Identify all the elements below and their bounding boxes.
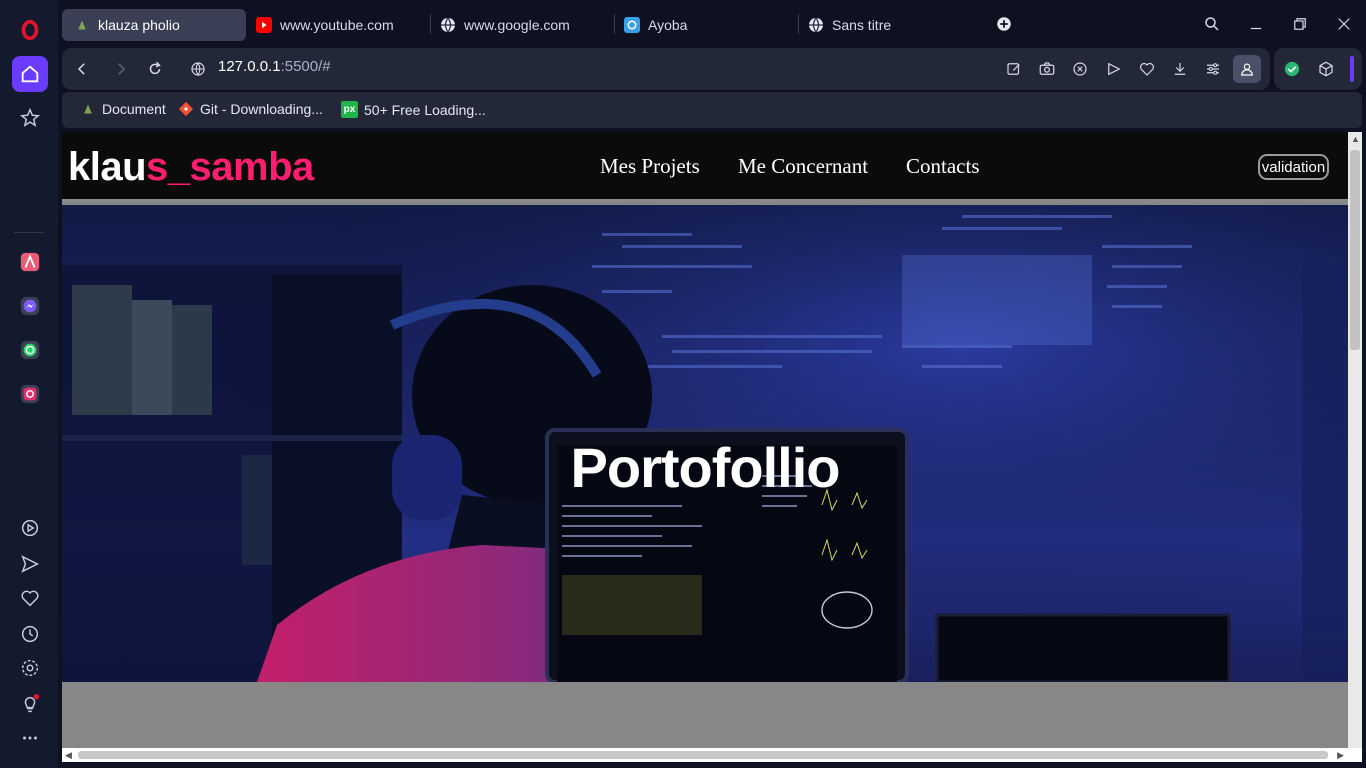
site-logo[interactable]: klaus_samba: [68, 145, 314, 190]
content-section: [62, 682, 1348, 748]
nav-me-concernant[interactable]: Me Concernant: [738, 154, 868, 179]
back-icon[interactable]: [70, 57, 94, 81]
horizontal-scrollbar[interactable]: ◀ ▶: [62, 748, 1362, 762]
sidebar-indicator: [1350, 56, 1354, 82]
verified-check-icon[interactable]: [1281, 58, 1303, 80]
logo-part-pink: s_samba: [146, 145, 314, 189]
url-host: 127.0.0.1: [218, 58, 281, 75]
bookmarks-bar: Document Git - Downloading... px 50+ Fre…: [62, 92, 1362, 128]
horizontal-scroll-thumb[interactable]: [78, 751, 1328, 759]
bookmark-label: 50+ Free Loading...: [364, 101, 486, 118]
scroll-up-icon[interactable]: ▲: [1351, 134, 1360, 144]
player-icon[interactable]: [12, 510, 48, 546]
extensions-bar: [1274, 48, 1362, 90]
url-field[interactable]: 127.0.0.1:5500/#: [218, 58, 331, 75]
star-icon[interactable]: [12, 100, 48, 136]
address-bar-row: 127.0.0.1:5500/#: [62, 48, 1270, 90]
opera-logo-icon[interactable]: [12, 12, 48, 48]
tab-label: Sans titre: [832, 17, 892, 33]
logo-part-white: klau: [68, 145, 147, 189]
tab-sans-titre[interactable]: Sans titre: [796, 9, 903, 41]
forward-icon[interactable]: [109, 57, 133, 81]
page-viewport: klaus_samba Mes Projets Me Concernant Co…: [62, 132, 1362, 762]
hero-title: Portofollio: [570, 436, 841, 499]
globe-icon: [808, 17, 824, 33]
send-page-icon[interactable]: [1103, 58, 1125, 80]
bookmark-loading[interactable]: px 50+ Free Loading...: [341, 101, 486, 118]
px-icon: px: [341, 101, 358, 118]
tab-strip: klauza pholio www.youtube.com www.google…: [58, 0, 1366, 48]
minimize-icon[interactable]: [1244, 12, 1268, 36]
bookmark-label: Document: [102, 101, 166, 117]
send-icon[interactable]: [12, 546, 48, 582]
tab-ayoba[interactable]: Ayoba: [612, 9, 699, 41]
browser-window: klauza pholio www.youtube.com www.google…: [0, 0, 1366, 768]
vertical-scroll-thumb[interactable]: [1350, 150, 1360, 350]
nav-mes-projets[interactable]: Mes Projets: [600, 154, 700, 179]
site-info-globe-icon[interactable]: [186, 57, 210, 81]
restore-icon[interactable]: [1288, 12, 1312, 36]
ayoba-icon: [624, 17, 640, 33]
tab-google[interactable]: www.google.com: [428, 9, 582, 41]
youtube-icon: [256, 17, 272, 33]
scroll-left-icon[interactable]: ◀: [65, 750, 72, 761]
new-tab-icon[interactable]: [992, 12, 1016, 36]
camera-icon[interactable]: [1036, 58, 1058, 80]
bookmark-label: Git - Downloading...: [200, 101, 323, 117]
sidebar-divider: [14, 232, 44, 233]
aria-icon[interactable]: [12, 244, 48, 280]
ad-block-icon[interactable]: [1069, 58, 1091, 80]
download-icon[interactable]: [1169, 58, 1191, 80]
instagram-icon[interactable]: [12, 376, 48, 412]
tab-label: klauza pholio: [98, 17, 180, 33]
messenger-icon[interactable]: [12, 288, 48, 324]
profile-icon[interactable]: [1233, 55, 1261, 83]
more-icon[interactable]: [12, 720, 48, 756]
vertical-scrollbar[interactable]: ▲: [1348, 132, 1362, 748]
url-path: :5500/#: [280, 58, 331, 75]
heart-icon[interactable]: [12, 580, 48, 616]
validation-button[interactable]: validation: [1258, 154, 1329, 180]
lightbulb-icon[interactable]: [12, 686, 48, 722]
settings-icon[interactable]: [12, 650, 48, 686]
tab-label: www.youtube.com: [280, 17, 394, 33]
git-icon: [178, 101, 194, 117]
bookmark-heart-icon[interactable]: [1136, 58, 1158, 80]
bookmark-git[interactable]: Git - Downloading...: [178, 101, 323, 117]
tab-label: Ayoba: [648, 17, 688, 33]
whatsapp-icon[interactable]: [12, 332, 48, 368]
search-tabs-icon[interactable]: [1200, 12, 1224, 36]
close-icon[interactable]: [1332, 12, 1356, 36]
opera-sidebar: [0, 0, 58, 768]
tab-youtube[interactable]: www.youtube.com: [244, 9, 406, 41]
scroll-right-icon[interactable]: ▶: [1337, 750, 1344, 761]
extensions-cube-icon[interactable]: [1315, 58, 1337, 80]
snapshot-edit-icon[interactable]: [1003, 58, 1025, 80]
globe-icon: [440, 17, 456, 33]
home-icon[interactable]: [12, 56, 48, 92]
document-favicon-icon: [80, 101, 96, 117]
easy-setup-icon[interactable]: [1202, 58, 1224, 80]
history-icon[interactable]: [12, 616, 48, 652]
bookmark-document[interactable]: Document: [80, 101, 166, 117]
tab-label: www.google.com: [464, 17, 570, 33]
generic-favicon-icon: [74, 17, 90, 33]
hero-banner: Portofollio: [62, 205, 1348, 682]
nav-contacts[interactable]: Contacts: [906, 154, 980, 179]
reload-icon[interactable]: [143, 57, 167, 81]
tab-klauza-pholio[interactable]: klauza pholio: [62, 9, 246, 41]
site-navbar: klaus_samba Mes Projets Me Concernant Co…: [62, 132, 1348, 202]
